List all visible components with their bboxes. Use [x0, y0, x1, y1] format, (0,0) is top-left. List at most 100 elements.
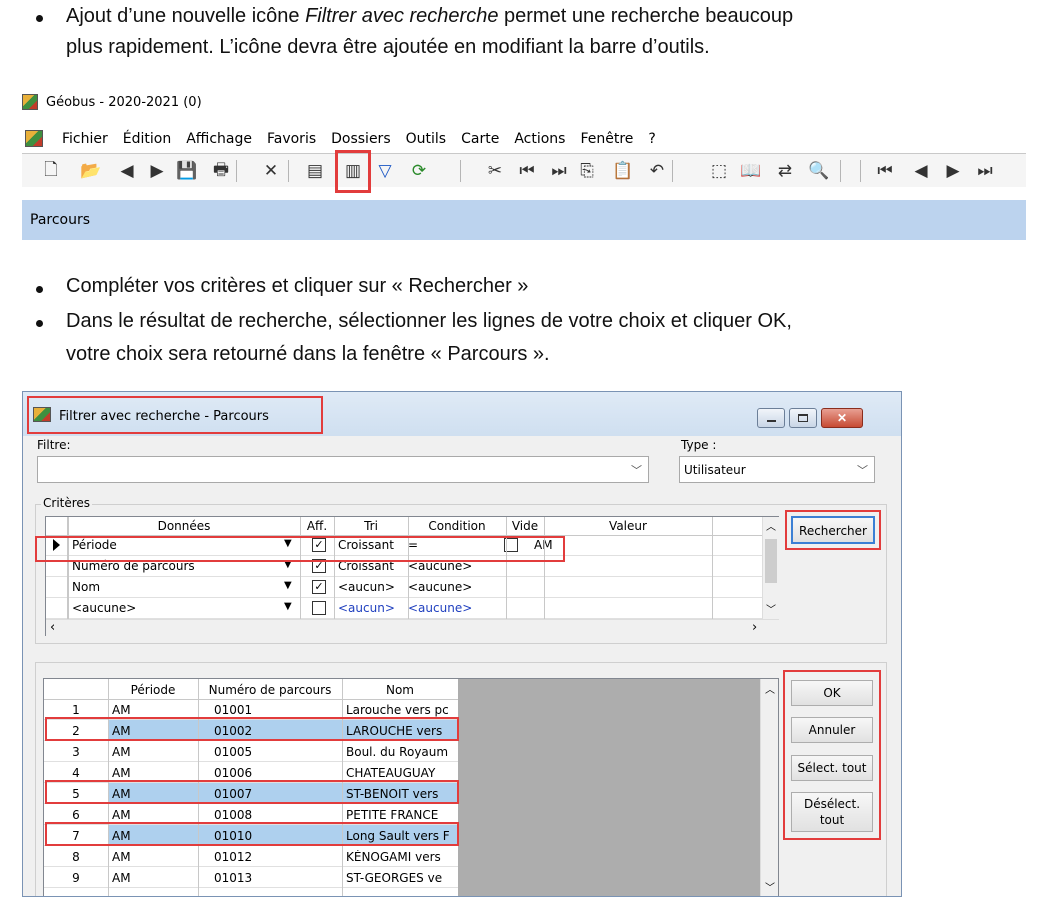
- filter-combo[interactable]: ﹀: [37, 456, 649, 483]
- menu-item[interactable]: Fenêtre: [580, 131, 633, 147]
- type-combo[interactable]: Utilisateur ﹀: [679, 456, 875, 483]
- criteria-header-valeur[interactable]: Valeur: [544, 519, 712, 533]
- results-row-number[interactable]: 5: [44, 787, 108, 801]
- results-row[interactable]: 4 AM 01006 CHATEAUGUAY: [44, 762, 458, 783]
- select-all-button[interactable]: Sélect. tout: [791, 755, 873, 781]
- criteria-header-vide[interactable]: Vide: [506, 519, 544, 533]
- criteria-header-tri[interactable]: Tri: [334, 519, 408, 533]
- last-icon[interactable]: ⏭: [546, 159, 572, 183]
- dropdown-arrow-icon[interactable]: ▼: [284, 538, 292, 549]
- results-row[interactable]: 7 AM 01010 Long Sault vers F: [44, 825, 458, 846]
- refresh-icon[interactable]: ⟳: [406, 159, 432, 183]
- criteria-header-condition[interactable]: Condition: [408, 519, 506, 533]
- criteria-row[interactable]: Numéro de parcours ▼ ✓ Croissant <aucune>: [46, 556, 762, 577]
- results-row-number[interactable]: 9: [44, 871, 108, 885]
- results-row[interactable]: 3 AM 01005 Boul. du Royaum: [44, 741, 458, 762]
- first-record-icon[interactable]: ⏮: [872, 159, 898, 183]
- new-icon[interactable]: 🗋: [38, 159, 64, 183]
- paste-icon[interactable]: 📋: [610, 159, 636, 183]
- maximize-button[interactable]: [789, 408, 817, 428]
- results-row-number[interactable]: 1: [44, 703, 108, 717]
- menu-item[interactable]: Dossiers: [331, 131, 391, 147]
- cancel-button[interactable]: Annuler: [791, 717, 873, 743]
- criteria-header-donnees[interactable]: Données: [68, 519, 300, 533]
- results-header-nom[interactable]: Nom: [342, 683, 458, 697]
- copy-icon[interactable]: ⎘: [574, 159, 600, 183]
- results-row[interactable]: 1 AM 01001 Larouche vers pc: [44, 699, 458, 720]
- results-vscrollbar[interactable]: ︿ ﹀: [760, 679, 778, 896]
- cut-icon[interactable]: ✂: [482, 159, 508, 183]
- next-record-icon[interactable]: ▶: [940, 159, 966, 183]
- save-icon[interactable]: 💾: [174, 159, 200, 183]
- aff-checkbox[interactable]: ✓: [312, 538, 326, 552]
- book-icon[interactable]: 📖: [738, 159, 764, 183]
- scroll-down-icon[interactable]: ﹀: [766, 601, 776, 616]
- search-button[interactable]: Rechercher: [791, 516, 875, 544]
- row-indicator[interactable]: [46, 577, 68, 598]
- menu-item[interactable]: Actions: [514, 131, 565, 147]
- results-row-number[interactable]: 8: [44, 850, 108, 864]
- filter-search-icon[interactable]: ▥: [340, 159, 366, 183]
- criteria-row[interactable]: <aucune> ▼ <aucun> <aucune>: [46, 598, 762, 619]
- scroll-thumb[interactable]: [765, 539, 777, 583]
- menu-item[interactable]: Favoris: [267, 131, 316, 147]
- minimize-button[interactable]: [757, 408, 785, 428]
- tab-parcours[interactable]: Parcours: [30, 212, 90, 228]
- results-row[interactable]: 5 AM 01007 ST-BENOIT vers: [44, 783, 458, 804]
- results-row-number[interactable]: 4: [44, 766, 108, 780]
- print-icon[interactable]: 🖶: [208, 159, 234, 183]
- replace-icon[interactable]: ⇄: [772, 159, 798, 183]
- filter-list-icon[interactable]: ▤: [302, 159, 328, 183]
- close-button[interactable]: ✕: [821, 408, 863, 428]
- scroll-up-icon[interactable]: ︿: [766, 518, 776, 533]
- criteria-valeur[interactable]: AM: [534, 538, 684, 552]
- criteria-vscrollbar[interactable]: ︿ ﹀: [762, 517, 779, 619]
- row-indicator[interactable]: [46, 535, 68, 556]
- dropdown-arrow-icon[interactable]: ▼: [284, 601, 292, 612]
- previous-record-icon[interactable]: ◀: [908, 159, 934, 183]
- filter-icon[interactable]: ▽: [372, 159, 398, 183]
- open-folder-icon[interactable]: 📂: [78, 159, 104, 183]
- row-indicator[interactable]: [46, 556, 68, 577]
- results-row-number[interactable]: 3: [44, 745, 108, 759]
- results-row[interactable]: 6 AM 01008 PETITE FRANCE: [44, 804, 458, 825]
- ok-button[interactable]: OK: [791, 680, 873, 706]
- aff-checkbox[interactable]: ✓: [312, 559, 326, 573]
- menu-item[interactable]: Carte: [461, 131, 499, 147]
- menu-item[interactable]: ?: [648, 131, 655, 147]
- criteria-header-aff[interactable]: Aff.: [300, 519, 334, 533]
- previous-icon[interactable]: ◀: [114, 159, 140, 183]
- delete-icon[interactable]: ✕: [258, 159, 284, 183]
- scroll-down-icon[interactable]: ﹀: [765, 879, 775, 894]
- results-row-number[interactable]: 2: [44, 724, 108, 738]
- menu-item[interactable]: Édition: [123, 131, 171, 147]
- results-header-numero[interactable]: Numéro de parcours: [198, 683, 342, 697]
- zoom-icon[interactable]: 🔍: [806, 159, 832, 183]
- scroll-right-icon[interactable]: ›: [752, 620, 757, 635]
- deselect-all-button[interactable]: Désélect. tout: [791, 792, 873, 832]
- aff-checkbox[interactable]: [312, 601, 326, 615]
- first-icon[interactable]: ⏮: [514, 159, 540, 183]
- results-row[interactable]: 8 AM 01012 KÉNOGAMI vers: [44, 846, 458, 867]
- criteria-hscrollbar[interactable]: ‹ ›: [46, 619, 779, 636]
- menu-item[interactable]: Affichage: [186, 131, 252, 147]
- criteria-row[interactable]: Nom ▼ ✓ <aucun> <aucune>: [46, 577, 762, 598]
- menu-app-icon[interactable]: [25, 130, 43, 147]
- menu-item[interactable]: Outils: [406, 131, 446, 147]
- scroll-left-icon[interactable]: ‹: [50, 620, 55, 635]
- criteria-row[interactable]: Période ▼ ✓ Croissant = AM: [46, 535, 762, 556]
- dropdown-arrow-icon[interactable]: ▼: [284, 559, 292, 570]
- scroll-up-icon[interactable]: ︿: [765, 681, 775, 696]
- select-area-icon[interactable]: ⬚: [706, 159, 732, 183]
- last-record-icon[interactable]: ⏭: [972, 159, 998, 183]
- results-row-number[interactable]: 7: [44, 829, 108, 843]
- row-indicator[interactable]: [46, 598, 68, 619]
- menu-item[interactable]: Fichier: [62, 131, 108, 147]
- undo-icon[interactable]: ↶: [644, 159, 670, 183]
- next-icon[interactable]: ▶: [144, 159, 170, 183]
- results-row[interactable]: 9 AM 01013 ST-GEORGES ve: [44, 867, 458, 888]
- results-row-number[interactable]: 6: [44, 808, 108, 822]
- aff-checkbox[interactable]: ✓: [312, 580, 326, 594]
- results-row[interactable]: 2 AM 01002 LAROUCHE vers: [44, 720, 458, 741]
- dropdown-arrow-icon[interactable]: ▼: [284, 580, 292, 591]
